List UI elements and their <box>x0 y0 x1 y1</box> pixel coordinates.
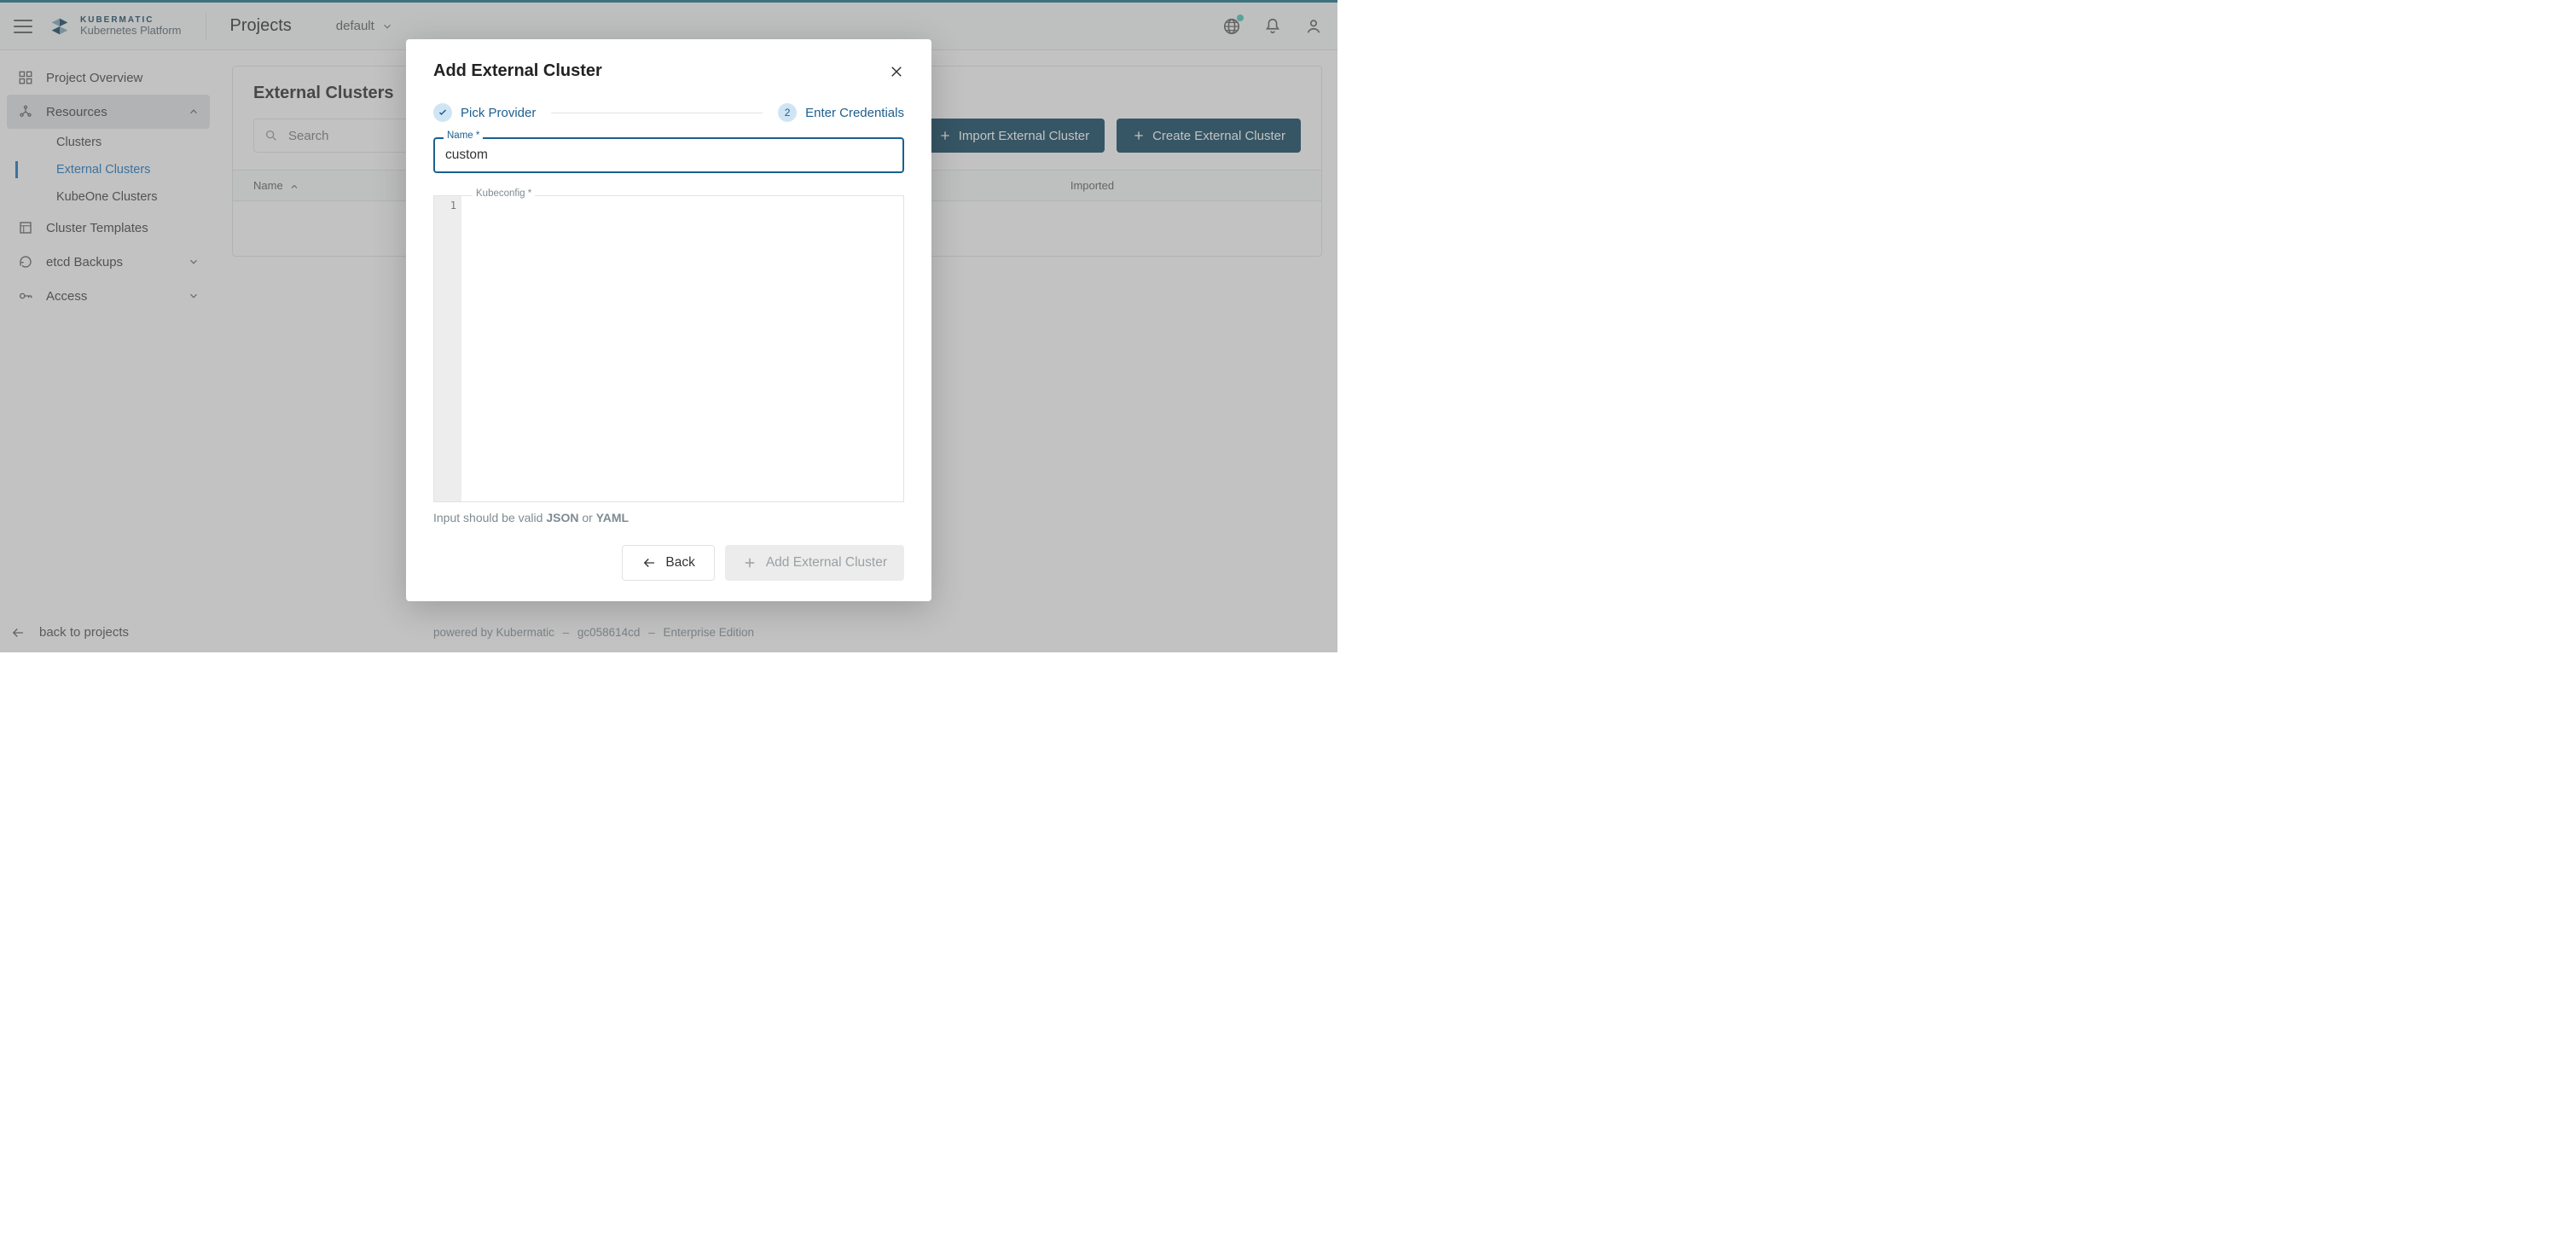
stepper: Pick Provider 2 Enter Credentials <box>433 103 904 122</box>
add-external-cluster-button: Add External Cluster <box>725 545 904 581</box>
close-button[interactable] <box>889 64 904 79</box>
step-1-label: Pick Provider <box>461 106 536 120</box>
close-icon <box>889 64 904 79</box>
back-button[interactable]: Back <box>622 545 714 581</box>
plus-icon <box>742 555 757 571</box>
step-2-label: Enter Credentials <box>805 106 904 120</box>
editor-gutter: 1 <box>434 196 461 501</box>
step-2-badge: 2 <box>778 103 797 122</box>
back-btn-label: Back <box>665 555 694 571</box>
kubeconfig-hint: Input should be valid JSON or YAML <box>433 511 904 524</box>
name-input[interactable] <box>433 137 904 173</box>
dialog-title: Add External Cluster <box>433 61 602 81</box>
step-2[interactable]: 2 Enter Credentials <box>778 103 904 122</box>
name-label: Name * <box>444 130 483 141</box>
add-external-cluster-dialog: Add External Cluster Pick Provider 2 Ent… <box>406 39 931 601</box>
kubeconfig-label: Kubeconfig * <box>473 188 535 199</box>
kubeconfig-field-wrap: Kubeconfig * 1 Input should be valid JSO… <box>433 195 904 524</box>
arrow-left-icon <box>641 555 657 571</box>
name-field-wrap: Name * <box>433 137 904 173</box>
add-btn-label: Add External Cluster <box>766 555 887 571</box>
editor-body[interactable] <box>461 196 903 501</box>
kubeconfig-editor[interactable]: 1 <box>433 195 904 502</box>
step-1[interactable]: Pick Provider <box>433 103 536 122</box>
step-1-badge <box>433 103 452 122</box>
check-icon <box>438 107 448 118</box>
